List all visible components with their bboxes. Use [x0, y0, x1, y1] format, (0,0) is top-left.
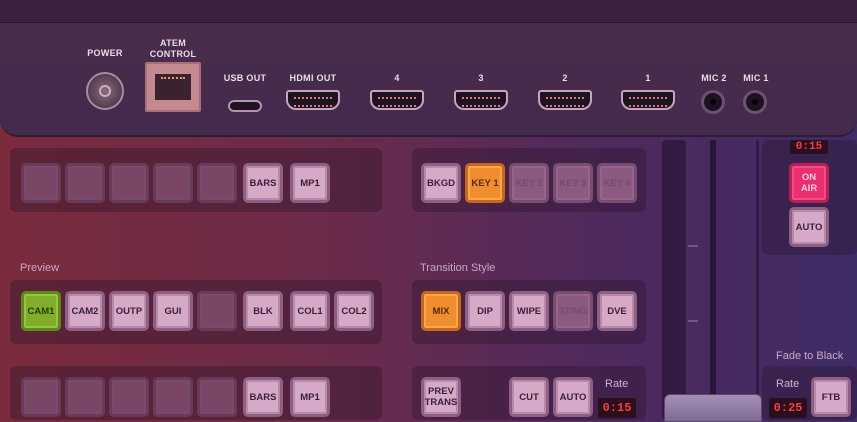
hdmi-input-3-label: 3 — [478, 73, 484, 83]
bottom-bars-button[interactable]: BARS — [243, 377, 283, 417]
program-button-1[interactable] — [21, 163, 61, 203]
preview-empty-button[interactable] — [197, 291, 237, 331]
bkgd-button[interactable]: BKGD — [421, 163, 461, 203]
mic-2-jack — [701, 90, 725, 114]
hdmi-input-4-label: 4 — [394, 73, 400, 83]
hdmi-input-2-label: 2 — [562, 73, 568, 83]
atem-control-label: ATEM CONTROL — [149, 38, 197, 59]
preview-cam2-button[interactable]: CAM2 — [65, 291, 105, 331]
t-bar-tick — [688, 320, 698, 322]
wipe-button[interactable]: WIPE — [509, 291, 549, 331]
transition-rate-label: Rate — [605, 378, 629, 390]
cut-button[interactable]: CUT — [509, 377, 549, 417]
hdmi-input-1-port — [621, 90, 675, 110]
usb-c-port — [228, 100, 262, 112]
key-4-button[interactable]: KEY 4 — [597, 163, 637, 203]
mic-2-label: MIC 2 — [701, 73, 727, 83]
dsk-auto-button[interactable]: AUTO — [789, 207, 829, 247]
ethernet-port — [145, 62, 201, 112]
program-mp1-button[interactable]: MP1 — [290, 163, 330, 203]
bottom-mp1-button[interactable]: MP1 — [290, 377, 330, 417]
connector-panel-top-edge — [0, 0, 857, 23]
usb-out-label: USB OUT — [223, 73, 267, 83]
prev-trans-button[interactable]: PREV TRANS — [421, 377, 461, 417]
hdmi-input-2-port — [538, 90, 592, 110]
hdmi-input-3-port — [454, 90, 508, 110]
bottom-button-3[interactable] — [109, 377, 149, 417]
transition-rate-display: 0:15 — [598, 398, 636, 418]
key-2-button[interactable]: KEY 2 — [509, 163, 549, 203]
mix-button[interactable]: MIX — [421, 291, 461, 331]
bottom-button-5[interactable] — [197, 377, 237, 417]
program-button-4[interactable] — [153, 163, 193, 203]
mic-1-jack — [743, 90, 767, 114]
dsk-rate-display: 0:15 — [790, 140, 828, 154]
key-1-button[interactable]: KEY 1 — [465, 163, 505, 203]
sting-button[interactable]: STING — [553, 291, 593, 331]
key-3-button[interactable]: KEY 3 — [553, 163, 593, 203]
dip-button[interactable]: DIP — [465, 291, 505, 331]
preview-cam1-button[interactable]: CAM1 — [21, 291, 61, 331]
t-bar-tick — [688, 245, 698, 247]
bottom-button-2[interactable] — [65, 377, 105, 417]
t-bar-slot — [662, 140, 686, 420]
preview-outp-button[interactable]: OUTP — [109, 291, 149, 331]
on-air-button[interactable]: ON AIR — [789, 163, 829, 203]
ftb-rate-display: 0:25 — [769, 398, 807, 418]
bottom-button-1[interactable] — [21, 377, 61, 417]
ftb-button[interactable]: FTB — [811, 377, 851, 417]
power-label: POWER — [87, 48, 123, 58]
t-bar-handle[interactable] — [664, 394, 762, 422]
preview-blk-button[interactable]: BLK — [243, 291, 283, 331]
mic-1-label: MIC 1 — [743, 73, 769, 83]
t-bar-rail — [756, 140, 759, 420]
hdmi-input-1-label: 1 — [645, 73, 651, 83]
preview-col2-button[interactable]: COL2 — [334, 291, 374, 331]
fade-to-black-label: Fade to Black — [776, 350, 844, 362]
auto-button[interactable]: AUTO — [553, 377, 593, 417]
program-button-3[interactable] — [109, 163, 149, 203]
preview-label: Preview — [20, 262, 60, 274]
transition-style-label: Transition Style — [420, 262, 496, 274]
hdmi-input-4-port — [370, 90, 424, 110]
preview-gui-button[interactable]: GUI — [153, 291, 193, 331]
power-button[interactable] — [86, 72, 124, 110]
dve-button[interactable]: DVE — [597, 291, 637, 331]
t-bar-track — [710, 140, 716, 420]
program-button-5[interactable] — [197, 163, 237, 203]
hdmi-out-label: HDMI OUT — [289, 73, 337, 83]
program-bars-button[interactable]: BARS — [243, 163, 283, 203]
preview-col1-button[interactable]: COL1 — [290, 291, 330, 331]
ftb-rate-label: Rate — [776, 378, 800, 390]
hdmi-out-port — [286, 90, 340, 110]
bottom-button-4[interactable] — [153, 377, 193, 417]
program-button-2[interactable] — [65, 163, 105, 203]
